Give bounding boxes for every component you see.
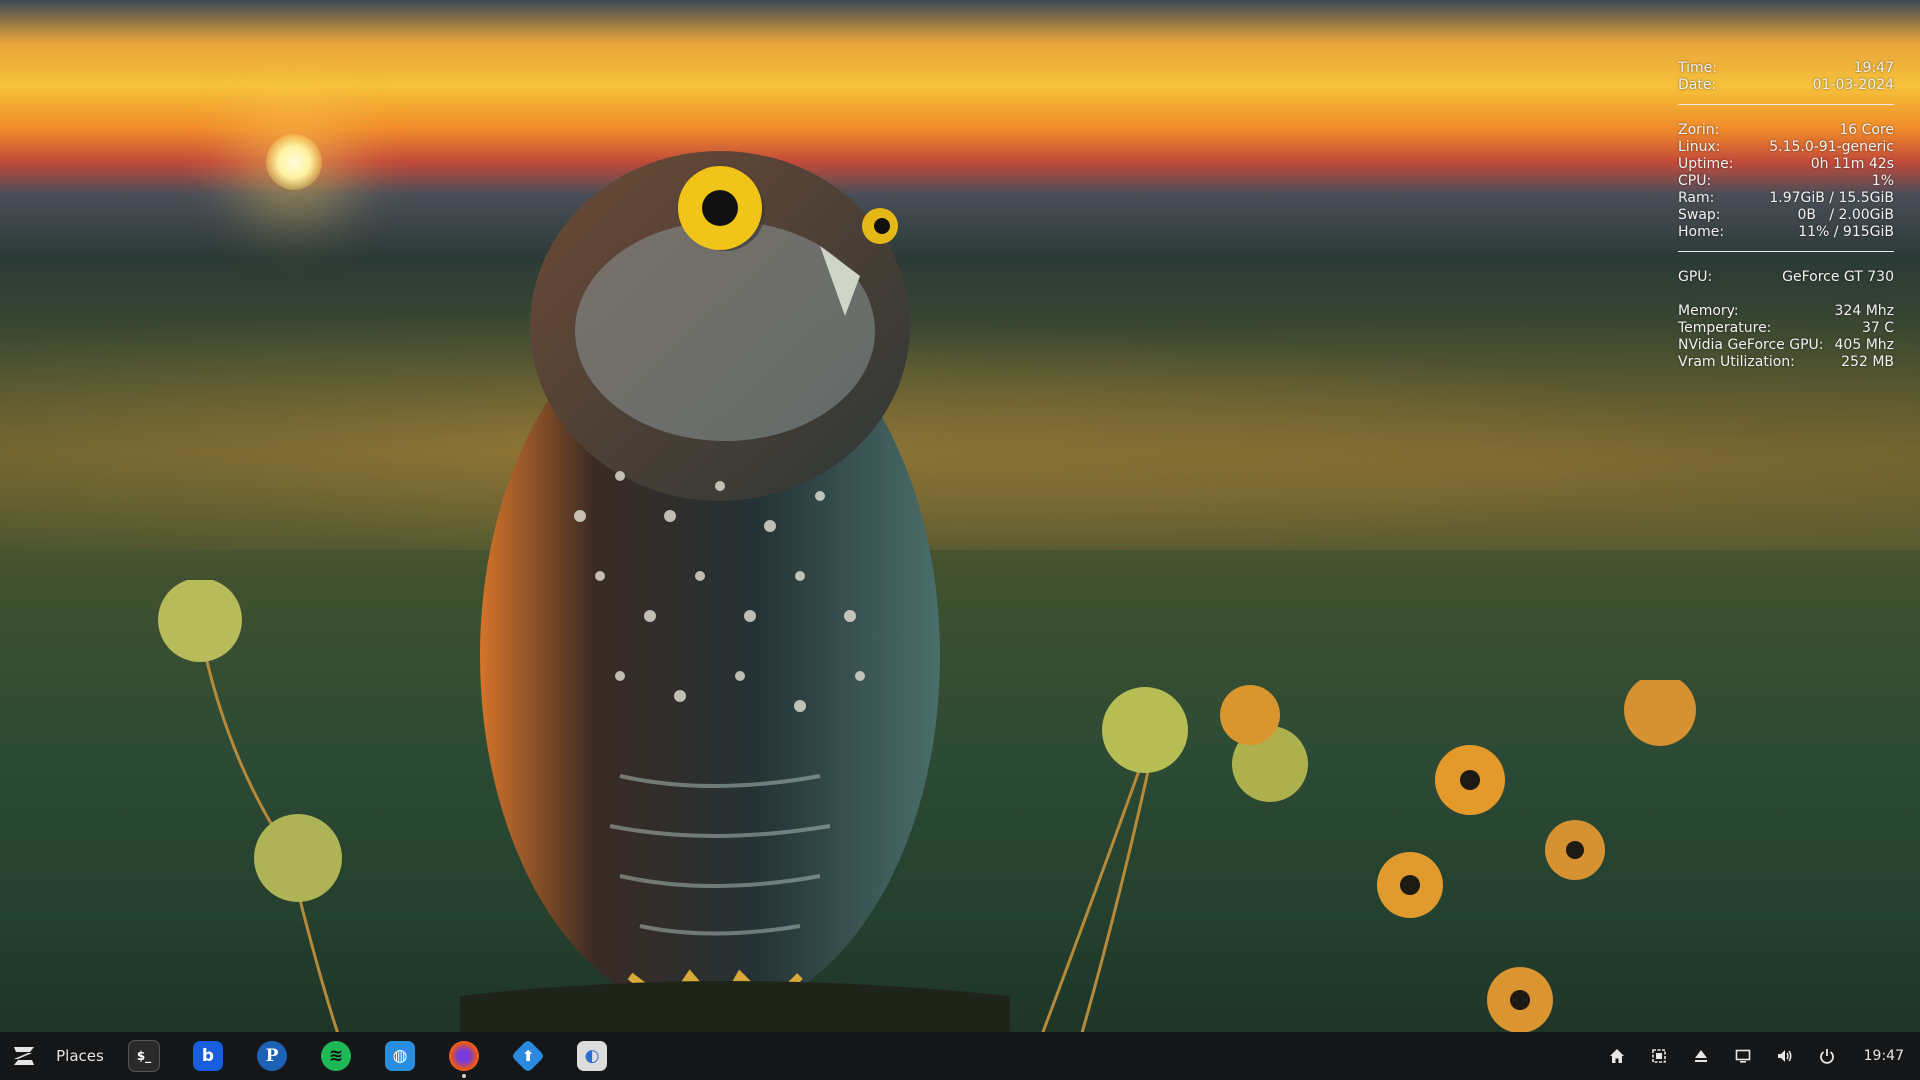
- taskbar-app-firefox[interactable]: [432, 1032, 496, 1080]
- screen-capture-icon: [1651, 1049, 1666, 1063]
- tray-display[interactable]: [1728, 1032, 1758, 1080]
- ram-row: Ram: 1.97GiB / 15.5GiB: [1678, 190, 1894, 207]
- tray-home[interactable]: [1602, 1032, 1632, 1080]
- divider: [1678, 104, 1894, 105]
- linux-value: 5.15.0-91-generic: [1769, 139, 1894, 155]
- ram-value: 1.97GiB / 15.5GiB: [1769, 190, 1894, 206]
- time-label: Time:: [1678, 60, 1717, 76]
- home-label: Home:: [1678, 224, 1725, 240]
- date-value: 01-03-2024: [1812, 77, 1894, 93]
- uptime-label: Uptime:: [1678, 156, 1734, 172]
- cpu-row: CPU: 1%: [1678, 173, 1894, 190]
- home-value: 11% / 915GiB: [1798, 224, 1894, 240]
- nvidia-label: NVidia GeForce GPU:: [1678, 337, 1824, 353]
- vram-value: 252 MB: [1841, 354, 1894, 370]
- swap-value: 0B / 2.00GiB: [1797, 207, 1894, 223]
- time-row: Time: 19:47: [1678, 60, 1894, 77]
- home-row: Home: 11% / 915GiB: [1678, 224, 1894, 241]
- linux-row: Linux: 5.15.0-91-generic: [1678, 139, 1894, 156]
- memory-row: Memory: 324 Mhz: [1678, 303, 1894, 320]
- zorin-logo-icon: [14, 1047, 34, 1065]
- memory-value: 324 Mhz: [1834, 303, 1894, 319]
- toggle-app-icon: ◐: [577, 1041, 607, 1071]
- gpu-value: GeForce GT 730: [1782, 269, 1894, 285]
- tray-screen-capture[interactable]: [1644, 1032, 1674, 1080]
- taskbar-app-software-store[interactable]: ◍: [368, 1032, 432, 1080]
- taskbar-app-spotify[interactable]: ≋: [304, 1032, 368, 1080]
- swap-label: Swap:: [1678, 207, 1721, 223]
- wallpaper-owl: [460, 151, 1010, 1036]
- spotify-icon: ≋: [321, 1041, 351, 1071]
- cpu-value: 1%: [1871, 173, 1894, 189]
- terminal-icon: $_: [128, 1040, 160, 1072]
- time-value: 19:47: [1853, 60, 1894, 76]
- zorin-menu-button[interactable]: [0, 1032, 48, 1080]
- tray-volume[interactable]: [1770, 1032, 1800, 1080]
- taskbar-app-pcloud[interactable]: P: [240, 1032, 304, 1080]
- temperature-row: Temperature: 37 C: [1678, 320, 1894, 337]
- taskbar-clock[interactable]: 19:47: [1864, 1032, 1904, 1080]
- places-menu[interactable]: Places: [48, 1032, 112, 1080]
- taskbar-app-update[interactable]: ⬆: [496, 1032, 560, 1080]
- pcloud-icon: P: [257, 1041, 287, 1071]
- swap-row: Swap: 0B / 2.00GiB: [1678, 207, 1894, 224]
- tray-eject[interactable]: [1686, 1032, 1716, 1080]
- vram-row: Vram Utilization: 252 MB: [1678, 354, 1894, 371]
- nvidia-row: NVidia GeForce GPU: 405 Mhz: [1678, 337, 1894, 354]
- gpu-label: GPU:: [1678, 269, 1713, 285]
- firefox-icon: [449, 1041, 479, 1071]
- taskbar: Places $_ b P ≋ ◍ ⬆ ◐ 19:47: [0, 1032, 1920, 1080]
- memory-label: Memory:: [1678, 303, 1739, 319]
- temperature-value: 37 C: [1861, 320, 1894, 336]
- zorin-row: Zorin: 16 Core: [1678, 122, 1894, 139]
- temperature-label: Temperature:: [1678, 320, 1772, 336]
- date-row: Date: 01-03-2024: [1678, 77, 1894, 94]
- taskbar-app-terminal[interactable]: $_: [112, 1032, 176, 1080]
- wallpaper-sun: [266, 134, 322, 190]
- date-label: Date:: [1678, 77, 1717, 93]
- volume-icon: [1777, 1050, 1792, 1062]
- gpu-row: GPU: GeForce GT 730: [1678, 269, 1894, 286]
- eject-icon: [1694, 1050, 1707, 1062]
- linux-label: Linux:: [1678, 139, 1721, 155]
- system-tray: 19:47: [1596, 1032, 1920, 1080]
- tray-power[interactable]: [1812, 1032, 1842, 1080]
- wallpaper-flowers-left: [158, 580, 342, 1040]
- power-icon: [1819, 1049, 1834, 1064]
- zorin-label: Zorin:: [1678, 122, 1720, 138]
- ram-label: Ram:: [1678, 190, 1715, 206]
- vram-label: Vram Utilization:: [1678, 354, 1795, 370]
- zorin-value: 16 Core: [1839, 122, 1894, 138]
- system-info-panel: Time: 19:47 Date: 01-03-2024 Zorin: 16 C…: [1678, 60, 1894, 371]
- running-indicator: [462, 1074, 466, 1078]
- display-icon: [1735, 1049, 1750, 1063]
- home-icon: [1609, 1049, 1624, 1063]
- update-icon: ⬆: [511, 1039, 545, 1073]
- uptime-row: Uptime: 0h 11m 42s: [1678, 156, 1894, 173]
- divider: [1678, 251, 1894, 252]
- taskbar-app-bitwarden[interactable]: b: [176, 1032, 240, 1080]
- taskbar-app-toggle[interactable]: ◐: [560, 1032, 624, 1080]
- nvidia-value: 405 Mhz: [1834, 337, 1894, 353]
- software-store-icon: ◍: [385, 1041, 415, 1071]
- cpu-label: CPU:: [1678, 173, 1712, 189]
- desktop: Time: 19:47 Date: 01-03-2024 Zorin: 16 C…: [0, 0, 1920, 1080]
- bitwarden-icon: b: [193, 1041, 223, 1071]
- wallpaper-flowers-right: [1040, 680, 1696, 1040]
- uptime-value: 0h 11m 42s: [1810, 156, 1894, 172]
